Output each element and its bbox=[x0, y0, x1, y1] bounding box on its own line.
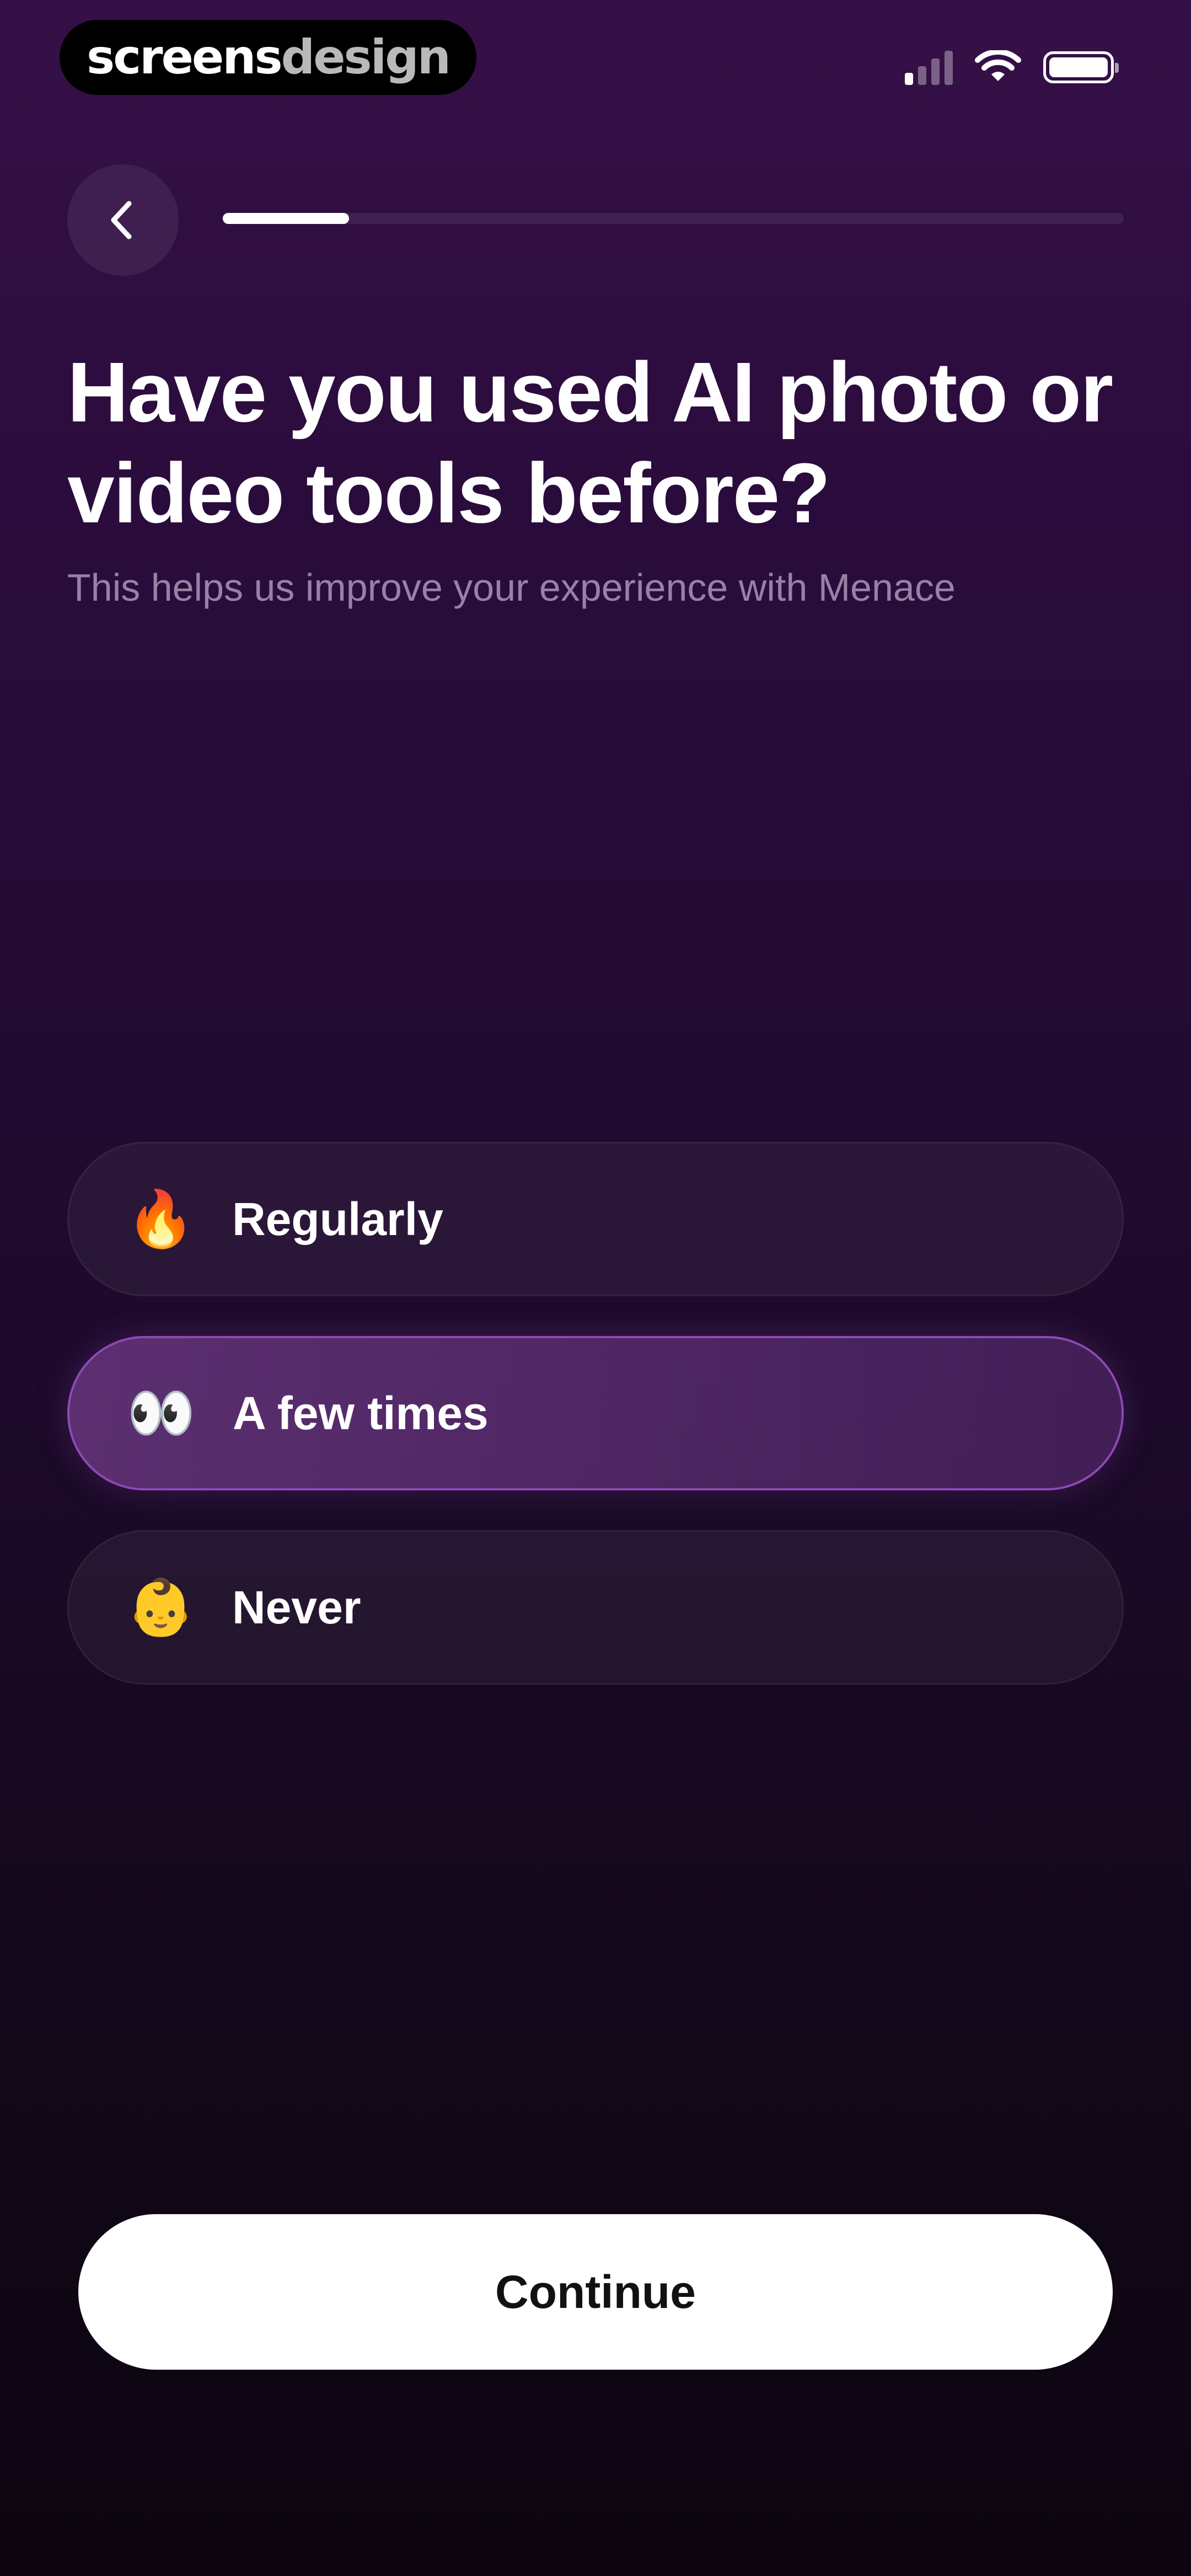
screensdesign-watermark: screens design bbox=[60, 20, 476, 95]
back-button[interactable] bbox=[67, 164, 179, 276]
progress-bar bbox=[223, 213, 1124, 224]
cellular-signal-icon bbox=[905, 50, 953, 85]
wifi-icon bbox=[975, 50, 1021, 81]
eyes-emoji-icon: 👀 bbox=[127, 1381, 196, 1445]
continue-button[interactable]: Continue bbox=[78, 2214, 1113, 2370]
option-label: A few times bbox=[233, 1387, 489, 1439]
baby-emoji-icon: 👶 bbox=[126, 1575, 195, 1639]
chevron-left-icon bbox=[111, 201, 132, 239]
option-label: Never bbox=[232, 1581, 361, 1633]
page-title: Have you used AI photo or video tools be… bbox=[67, 345, 1113, 541]
status-icons bbox=[905, 47, 1119, 87]
option-regularly[interactable]: 🔥 Regularly bbox=[67, 1142, 1124, 1296]
option-never[interactable]: 👶 Never bbox=[67, 1530, 1124, 1685]
brand-text-screens: screens bbox=[87, 30, 283, 85]
option-label: Regularly bbox=[232, 1193, 443, 1245]
brand-text-design: design bbox=[281, 30, 451, 85]
progress-bar-fill bbox=[223, 213, 349, 224]
fire-emoji-icon: 🔥 bbox=[126, 1187, 195, 1251]
battery-icon bbox=[1043, 51, 1119, 83]
answer-options: 🔥 Regularly 👀 A few times 👶 Never bbox=[67, 1142, 1124, 1724]
page-subtitle: This helps us improve your experience wi… bbox=[67, 566, 956, 609]
option-a-few-times[interactable]: 👀 A few times bbox=[67, 1336, 1124, 1490]
